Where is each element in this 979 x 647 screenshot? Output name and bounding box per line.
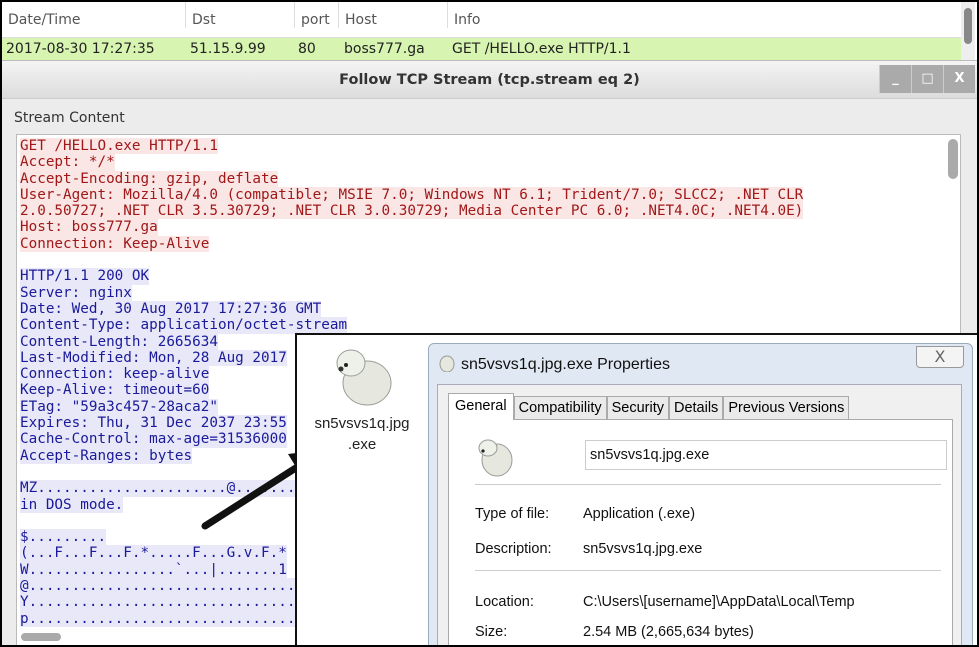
general-panel: sn5vsvs1q.jpg.exe Type of file: Applicat… <box>448 419 953 645</box>
type-value: Application (.exe) <box>583 506 696 522</box>
windows-overlay: sn5vsvs1q.jpg .exe sn5vsvs1q.jpg.exe Pro… <box>295 333 977 645</box>
properties-dialog: sn5vsvs1q.jpg.exe Properties X General C… <box>428 343 973 645</box>
size-value: 2.54 MB (2,665,634 bytes) <box>583 624 754 640</box>
tab-compatibility[interactable]: Compatibility <box>513 396 607 419</box>
polar-bear-file-icon[interactable] <box>327 341 397 407</box>
screenshot-frame: Date/Time Dst port Host Info 2017-08-30 … <box>2 2 977 645</box>
file-icon-label: sn5vsvs1q.jpg .exe <box>314 415 410 453</box>
polar-bear-title-icon <box>439 355 455 372</box>
location-label: Location: <box>475 594 534 610</box>
polar-bear-icon <box>478 439 513 477</box>
divider <box>475 484 941 485</box>
tab-bar: General Compatibility Security Details P… <box>448 393 850 420</box>
filename-input[interactable]: sn5vsvs1q.jpg.exe <box>585 440 947 470</box>
divider <box>475 570 941 571</box>
tab-details[interactable]: Details <box>668 396 724 419</box>
type-label: Type of file: <box>475 506 550 522</box>
tab-previous-versions[interactable]: Previous Versions <box>723 396 850 419</box>
description-label: Description: <box>475 541 552 557</box>
description-value: sn5vsvs1q.jpg.exe <box>583 541 703 557</box>
tab-security[interactable]: Security <box>606 396 669 419</box>
location-value: C:\Users\[username]\AppData\Local\Temp <box>583 594 855 610</box>
size-label: Size: <box>475 624 508 640</box>
close-button[interactable]: X <box>916 346 964 368</box>
tab-general[interactable]: General <box>448 393 514 420</box>
properties-title: sn5vsvs1q.jpg.exe Properties <box>461 356 670 373</box>
